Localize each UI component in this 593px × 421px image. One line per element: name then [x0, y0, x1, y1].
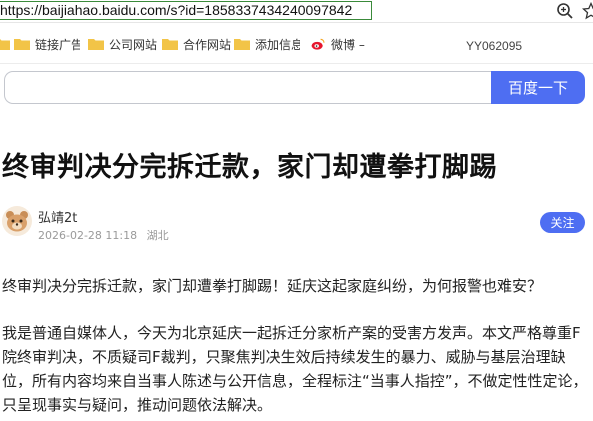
- avatar[interactable]: [2, 206, 32, 236]
- bookmark-label: 公司网站: [109, 37, 158, 52]
- address-bar: https://baijiahao.baidu.com/s?id=1858337…: [0, 0, 593, 23]
- bookmark-label: 链接广告: [35, 37, 80, 52]
- bookmark-label: 添加信息: [255, 37, 300, 52]
- browser-window: https://baijiahao.baidu.com/s?id=1858337…: [0, 0, 593, 421]
- folder-icon: [88, 39, 104, 50]
- bookmarks-bar: 链接广告 公司网站 合作网站 添加信息 微博 – YY062095: [0, 24, 593, 64]
- bookmark-label: 合作网站: [183, 37, 232, 52]
- article-meta: 2026-02-28 11:18 湖北: [38, 227, 169, 243]
- folder-icon: [0, 39, 10, 50]
- folder-icon: [234, 39, 250, 50]
- article-paragraph: 终审判决分完拆迁款，家门却遭拳打脚踢！延庆这起家庭纠纷，为何报警也难安？: [2, 277, 543, 295]
- url-field[interactable]: https://baijiahao.baidu.com/s?id=1858337…: [0, 1, 372, 20]
- bookmark-item[interactable]: 微博 –: [310, 34, 365, 54]
- bookmark-item[interactable]: 公司网站: [88, 34, 157, 54]
- follow-button[interactable]: 关注: [540, 212, 585, 233]
- bookmark-item[interactable]: [0, 34, 15, 54]
- bookmark-star-icon[interactable]: [582, 2, 593, 20]
- user-code-label: YY062095: [466, 39, 523, 53]
- weibo-icon: [311, 38, 325, 50]
- search-button[interactable]: 百度一下: [491, 71, 585, 104]
- zoom-icon[interactable]: [556, 2, 574, 20]
- bookmark-item[interactable]: 添加信息: [234, 34, 300, 54]
- article-paragraph: 我是普通自媒体人，今天为北京延庆一起拆迁分家析产案的受害方发声。本文严格尊重F院…: [2, 324, 588, 414]
- folder-icon: [14, 39, 30, 50]
- folder-icon: [162, 39, 178, 50]
- search-input[interactable]: [4, 71, 494, 104]
- bookmark-item[interactable]: 链接广告: [14, 34, 80, 54]
- publish-date: 2026-02-28 11:18: [38, 229, 138, 242]
- bookmark-item[interactable]: 合作网站: [162, 34, 231, 54]
- bookmark-label: 微博 –: [331, 37, 365, 52]
- author-name[interactable]: 弘靖2t: [38, 207, 77, 226]
- article-title: 终审判决分完拆迁款，家门却遭拳打脚踢: [2, 152, 497, 183]
- publish-location: 湖北: [146, 229, 169, 242]
